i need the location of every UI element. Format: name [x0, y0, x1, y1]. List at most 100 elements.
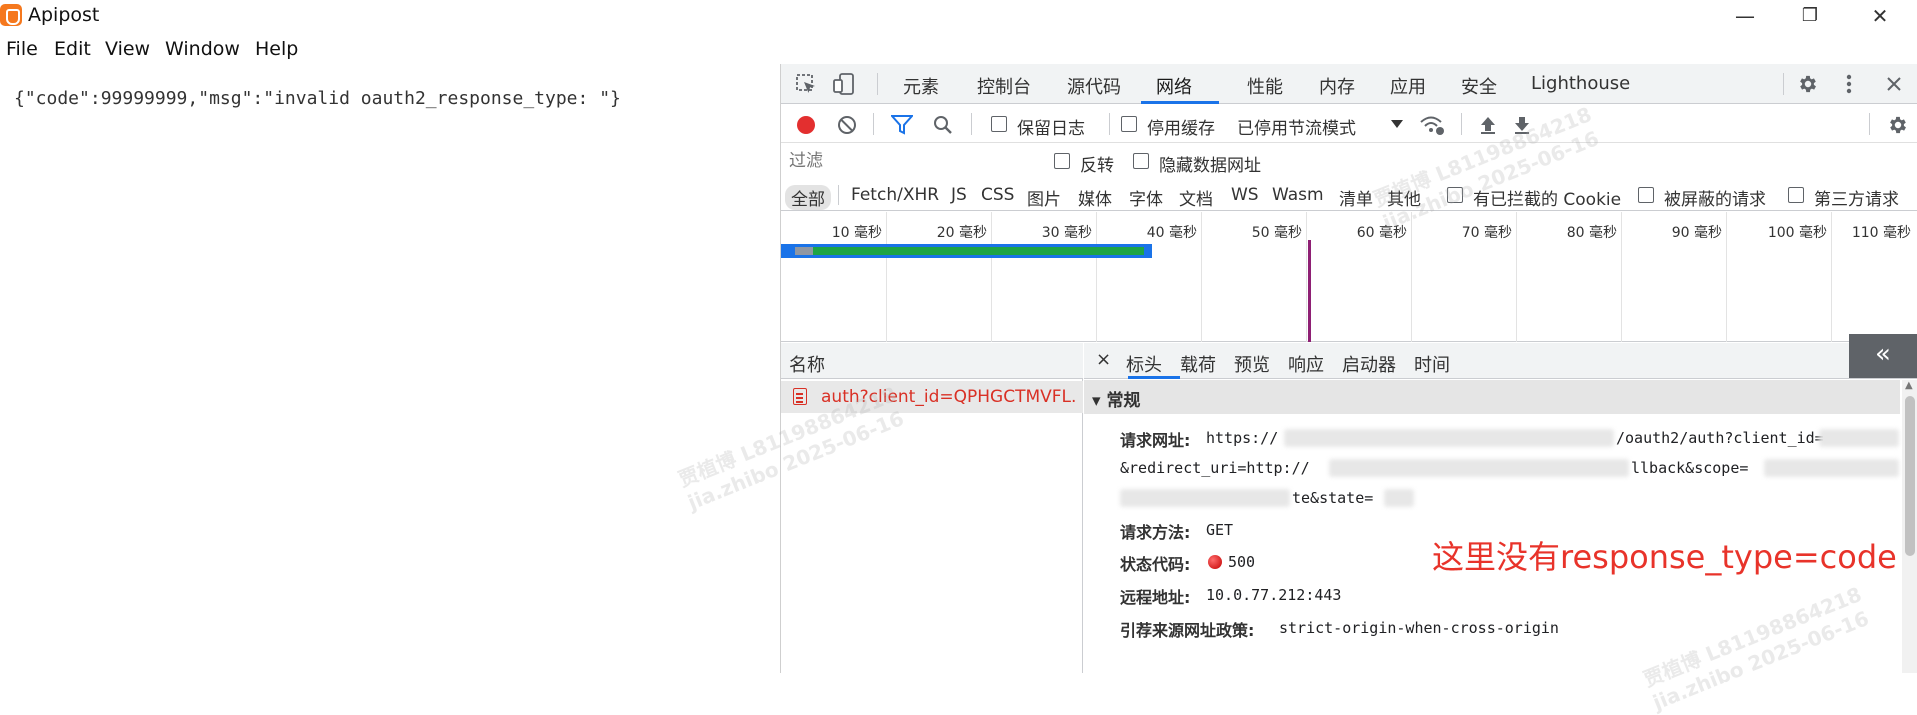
close-details-icon[interactable]: × — [1096, 349, 1111, 370]
type-ws[interactable]: WS — [1231, 185, 1259, 205]
status-error-icon — [1208, 555, 1222, 569]
type-img[interactable]: 图片 — [1027, 185, 1061, 210]
device-toolbar-icon[interactable] — [833, 73, 855, 95]
network-settings-gear-icon[interactable] — [1887, 114, 1909, 136]
separator — [971, 113, 972, 135]
redacted-block — [1819, 429, 1899, 447]
separator — [877, 73, 878, 95]
type-fetch-xhr[interactable]: Fetch/XHR — [851, 185, 939, 205]
redacted-block — [1329, 459, 1629, 477]
resource-type-bar: 全部 Fetch/XHR JS CSS 图片 媒体 字体 文档 WS Wasm … — [781, 179, 1917, 211]
invert-checkbox[interactable] — [1054, 153, 1070, 169]
type-media[interactable]: 媒体 — [1078, 185, 1112, 210]
record-icon[interactable] — [797, 116, 815, 134]
menu-window[interactable]: Window — [165, 38, 240, 60]
status-code-value: 500 — [1228, 553, 1256, 571]
tick-line — [991, 212, 992, 342]
blocked-requests-checkbox[interactable] — [1638, 187, 1654, 203]
remote-address-value: 10.0.77.212:443 — [1206, 586, 1342, 604]
tab-response[interactable]: 响应 — [1288, 351, 1324, 377]
tick-line — [886, 212, 887, 342]
type-font[interactable]: 字体 — [1129, 185, 1163, 210]
menu-edit[interactable]: Edit — [54, 38, 91, 60]
redacted-block — [1120, 489, 1290, 507]
more-options-icon[interactable] — [1843, 73, 1855, 95]
tab-headers[interactable]: 标头 — [1126, 351, 1162, 377]
third-party-label: 第三方请求 — [1814, 190, 1899, 210]
timeline-tick-label: 110 毫秒 — [1851, 225, 1911, 241]
type-js[interactable]: JS — [951, 185, 967, 205]
devtools-tab-bar: 元素 控制台 源代码 网络 性能 内存 应用 安全 Lighthouse — [781, 64, 1917, 104]
timeline-waiting-bar — [795, 247, 813, 255]
clear-icon[interactable] — [838, 116, 856, 134]
filter-input[interactable] — [785, 147, 1035, 175]
tab-performance[interactable]: 性能 — [1247, 73, 1283, 99]
close-button[interactable]: ✕ — [1860, 2, 1900, 30]
tab-sources[interactable]: 源代码 — [1067, 73, 1121, 99]
collapse-panel-button[interactable]: « — [1849, 334, 1917, 378]
redacted-block — [1764, 459, 1899, 477]
scroll-thumb[interactable] — [1905, 396, 1915, 556]
general-section-header[interactable]: ▾ 常规 — [1084, 380, 1900, 414]
tab-memory[interactable]: 内存 — [1319, 73, 1355, 99]
preserve-log-label: 保留日志 — [1017, 119, 1085, 139]
tab-preview[interactable]: 预览 — [1234, 351, 1270, 377]
name-column-header[interactable]: 名称 — [789, 351, 825, 377]
type-manifest[interactable]: 清单 — [1339, 185, 1373, 210]
tick-line — [1621, 212, 1622, 342]
tab-timing[interactable]: 时间 — [1414, 351, 1450, 377]
tab-elements[interactable]: 元素 — [903, 73, 939, 99]
request-name: auth?client_id=QPHGCTMVFL... — [821, 387, 1077, 407]
response-body-text: {"code":99999999,"msg":"invalid oauth2_r… — [14, 88, 621, 109]
timeline-tick-label: 100 毫秒 — [1767, 225, 1827, 241]
separator — [1783, 73, 1784, 95]
network-timeline-overview[interactable]: 10 毫秒 20 毫秒 30 毫秒 40 毫秒 50 毫秒 60 毫秒 70 毫… — [781, 212, 1917, 342]
scroll-up-icon[interactable]: ▲ — [1905, 380, 1913, 391]
request-url-value-part: https:// — [1206, 429, 1279, 447]
menu-view[interactable]: View — [105, 38, 150, 60]
tick-line — [1306, 212, 1307, 342]
throttling-select[interactable]: 已停用节流模式 — [1237, 114, 1356, 139]
disable-cache-checkbox[interactable] — [1121, 116, 1137, 132]
type-css[interactable]: CSS — [981, 185, 1014, 205]
tick-line — [1201, 212, 1202, 342]
close-devtools-icon[interactable] — [1885, 75, 1903, 93]
minimize-button[interactable]: — — [1725, 2, 1765, 30]
settings-gear-icon[interactable] — [1797, 73, 1819, 95]
tick-line — [1411, 212, 1412, 342]
tick-line — [1516, 212, 1517, 342]
request-url-value-part: te&state= — [1292, 489, 1374, 507]
tab-lighthouse[interactable]: Lighthouse — [1531, 73, 1630, 94]
menu-help[interactable]: Help — [255, 38, 298, 60]
type-all[interactable]: 全部 — [785, 185, 831, 210]
import-har-icon[interactable] — [1479, 115, 1497, 135]
type-other[interactable]: 其他 — [1387, 185, 1421, 210]
tab-application[interactable]: 应用 — [1390, 73, 1426, 99]
type-doc[interactable]: 文档 — [1179, 185, 1213, 210]
timeline-tick-label: 90 毫秒 — [1671, 225, 1722, 241]
tab-initiator[interactable]: 启动器 — [1342, 351, 1396, 377]
filter-funnel-icon[interactable] — [891, 115, 913, 135]
network-conditions-icon[interactable] — [1419, 114, 1445, 136]
separator — [1461, 113, 1462, 135]
details-scrollbar[interactable]: ▲ — [1902, 380, 1917, 673]
filter-bar: 反转 隐藏数据网址 — [781, 144, 1917, 178]
preserve-log-checkbox[interactable] — [991, 116, 1007, 132]
inspect-element-icon[interactable] — [795, 73, 817, 95]
menu-file[interactable]: File — [6, 38, 38, 60]
third-party-checkbox[interactable] — [1788, 187, 1804, 203]
type-wasm[interactable]: Wasm — [1272, 185, 1324, 205]
tab-network[interactable]: 网络 — [1156, 73, 1192, 99]
blocked-cookies-checkbox[interactable] — [1447, 187, 1463, 203]
tab-security[interactable]: 安全 — [1461, 73, 1497, 99]
request-row[interactable]: auth?client_id=QPHGCTMVFL... — [781, 381, 1083, 413]
tab-payload[interactable]: 载荷 — [1180, 351, 1216, 377]
export-har-icon[interactable] — [1513, 115, 1531, 135]
blocked-requests-label: 被屏蔽的请求 — [1664, 190, 1766, 210]
tab-console[interactable]: 控制台 — [977, 73, 1031, 99]
maximize-button[interactable]: ❐ — [1790, 2, 1830, 30]
hide-data-urls-checkbox[interactable] — [1133, 153, 1149, 169]
chevron-down-icon[interactable] — [1391, 120, 1403, 130]
search-icon[interactable] — [933, 115, 953, 135]
blocked-cookies-label: 有已拦截的 Cookie — [1473, 190, 1622, 210]
